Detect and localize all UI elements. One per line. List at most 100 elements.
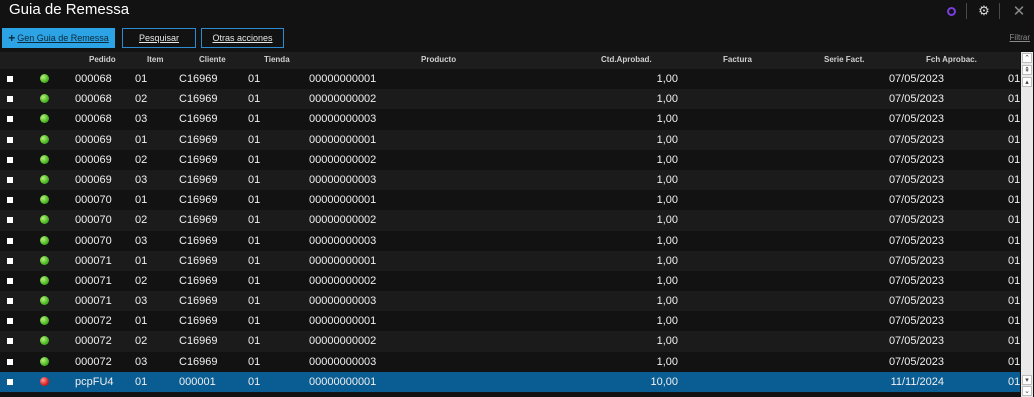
cell-extra: 01 xyxy=(1008,254,1020,267)
vertical-scrollbar[interactable]: ⌃ ⇞ ▴ ▾ ⌄ xyxy=(1021,52,1033,397)
cell-cliente: C16969 xyxy=(179,295,218,308)
table-row[interactable]: 000071 03 C16969 01 00000000003 1,00 07/05/202… xyxy=(0,291,1020,312)
cell-ctd-aprobad: 1,00 xyxy=(656,93,678,106)
cell-fch-aprobac: 07/05/2023 xyxy=(888,355,944,368)
search-button[interactable]: Pesquisar xyxy=(122,28,196,48)
table-row[interactable]: 000072 01 C16969 01 00000000001 1,00 07/05/202… xyxy=(0,311,1020,332)
row-checkbox[interactable] xyxy=(7,197,13,204)
status-green-icon xyxy=(40,296,49,306)
table-row[interactable]: 000069 02 C16969 01 00000000002 1,00 07/05/202… xyxy=(0,149,1020,170)
row-checkbox[interactable] xyxy=(7,338,13,345)
header-fch-aprobac[interactable]: Fch Aprobac. xyxy=(926,55,977,64)
row-checkbox[interactable] xyxy=(7,156,13,163)
header-factura[interactable]: Factura xyxy=(723,55,752,64)
status-green-icon xyxy=(40,275,49,285)
cell-extra: 01 xyxy=(1008,234,1020,247)
cell-fch-aprobac: 07/05/2023 xyxy=(888,274,944,287)
table-row[interactable]: 000071 01 C16969 01 00000000001 1,00 07/05/202… xyxy=(0,250,1020,271)
header-producto[interactable]: Producto xyxy=(421,55,456,64)
row-checkbox[interactable] xyxy=(7,318,13,325)
cell-pedido: 000068 xyxy=(75,93,112,106)
cell-extra: 01 xyxy=(1008,194,1020,207)
gen-guia-button[interactable]: + Gen Guia de Remessa xyxy=(2,28,115,48)
filter-link[interactable]: Filtrar xyxy=(1010,33,1030,42)
cell-extra: 01 xyxy=(1008,214,1020,227)
table-row[interactable]: 000071 02 C16969 01 00000000002 1,00 07/05/202… xyxy=(0,270,1020,292)
row-checkbox[interactable] xyxy=(7,116,13,123)
cell-pedido: 000071 xyxy=(75,295,112,308)
cell-extra: 01 xyxy=(1008,153,1020,166)
header-item[interactable]: Item xyxy=(147,55,163,64)
row-checkbox[interactable] xyxy=(7,358,13,365)
row-checkbox[interactable] xyxy=(7,277,13,284)
header-serie-fact[interactable]: Serie Fact. xyxy=(824,55,864,64)
table-row[interactable]: 000069 03 C16969 01 00000000003 1,00 07/05/202… xyxy=(0,169,1020,191)
cell-pedido: 000069 xyxy=(75,133,112,146)
cell-cliente: C16969 xyxy=(179,254,218,267)
scroll-down-icon[interactable]: ▾ xyxy=(1022,375,1032,385)
cell-ctd-aprobad: 1,00 xyxy=(656,295,678,308)
cell-tienda: 01 xyxy=(248,153,261,166)
cell-fch-aprobac: 07/05/2023 xyxy=(888,153,944,166)
status-green-icon xyxy=(40,174,49,184)
more-actions-button[interactable]: Otras acciones xyxy=(201,28,284,48)
row-checkbox[interactable] xyxy=(7,237,13,244)
table-row[interactable]: 000068 01 C16969 01 00000000001 1,00 07/05/202… xyxy=(0,69,1020,90)
table-row[interactable]: 000069 01 C16969 01 00000000001 1,00 07/05/202… xyxy=(0,129,1020,150)
row-checkbox[interactable] xyxy=(7,136,13,143)
cell-fch-aprobac: 07/05/2023 xyxy=(888,93,944,106)
gen-guia-label: Gen Guia de Remessa xyxy=(17,33,109,43)
row-checkbox[interactable] xyxy=(7,378,13,385)
cell-producto: 00000000003 xyxy=(309,113,377,126)
cell-item: 01 xyxy=(135,254,148,267)
table-row[interactable]: 000068 03 C16969 01 00000000003 1,00 07/05/202… xyxy=(0,109,1020,130)
cell-tienda: 01 xyxy=(248,133,261,146)
table-row[interactable]: 000070 01 C16969 01 00000000001 1,00 07/05/202… xyxy=(0,190,1020,211)
cell-fch-aprobac: 07/05/2023 xyxy=(888,173,944,186)
scroll-up-icon[interactable]: ▴ xyxy=(1022,77,1032,87)
cell-ctd-aprobad: 1,00 xyxy=(656,274,678,287)
status-green-icon xyxy=(40,316,49,326)
row-checkbox[interactable] xyxy=(7,217,13,224)
header-ctd-aprobad[interactable]: Ctd.Aprobad. xyxy=(601,55,652,64)
table-row[interactable]: 000070 03 C16969 01 00000000003 1,00 07/05/202… xyxy=(0,230,1020,251)
table-row[interactable]: 000068 02 C16969 01 00000000002 1,00 07/05/202… xyxy=(0,89,1020,110)
scroll-page-up-icon[interactable]: ⇞ xyxy=(1022,65,1032,75)
scroll-bottom-icon[interactable]: ⌄ xyxy=(1022,386,1032,396)
cell-ctd-aprobad: 1,00 xyxy=(656,335,678,348)
symbol-icon[interactable] xyxy=(947,6,956,16)
table-row[interactable]: 000072 02 C16969 01 00000000002 1,00 07/05/202… xyxy=(0,331,1020,352)
table-row[interactable]: 000072 03 C16969 01 00000000003 1,00 07/05/202… xyxy=(0,351,1020,372)
cell-extra: 01 xyxy=(1008,133,1020,146)
row-checkbox[interactable] xyxy=(7,257,13,264)
status-green-icon xyxy=(40,195,49,205)
cell-item: 02 xyxy=(135,153,148,166)
status-green-icon xyxy=(40,255,49,265)
cell-producto: 00000000003 xyxy=(309,173,377,186)
header-pedido[interactable]: Pedido xyxy=(89,55,116,64)
cell-cliente: C16969 xyxy=(179,153,218,166)
row-checkbox[interactable] xyxy=(7,76,13,82)
cell-tienda: 01 xyxy=(248,194,261,207)
header-tienda[interactable]: Tienda xyxy=(264,55,290,64)
cell-tienda: 01 xyxy=(248,73,261,85)
cell-fch-aprobac: 07/05/2023 xyxy=(888,335,944,348)
row-checkbox[interactable] xyxy=(7,176,13,183)
cell-cliente: C16969 xyxy=(179,73,218,85)
cell-item: 02 xyxy=(135,335,148,348)
cell-item: 01 xyxy=(135,73,148,85)
cell-cliente: C16969 xyxy=(179,113,218,126)
cell-producto: 00000000001 xyxy=(309,315,377,328)
gear-icon[interactable]: ⚙ xyxy=(975,2,993,20)
header-cliente[interactable]: Cliente xyxy=(199,55,226,64)
cell-item: 01 xyxy=(135,133,148,146)
row-checkbox[interactable] xyxy=(7,96,13,103)
close-icon[interactable]: ✕ xyxy=(1010,2,1028,20)
cell-producto: 00000000001 xyxy=(309,375,377,388)
cell-tienda: 01 xyxy=(248,93,261,106)
table-row[interactable]: 000070 02 C16969 01 00000000002 1,00 07/05/202… xyxy=(0,210,1020,231)
row-checkbox[interactable] xyxy=(7,298,13,305)
cell-tienda: 01 xyxy=(248,295,261,308)
scroll-top-icon[interactable]: ⌃ xyxy=(1022,53,1032,63)
table-row[interactable]: pcpFU4 01 000001 01 00000000001 10,00 11/11/20… xyxy=(0,371,1020,392)
